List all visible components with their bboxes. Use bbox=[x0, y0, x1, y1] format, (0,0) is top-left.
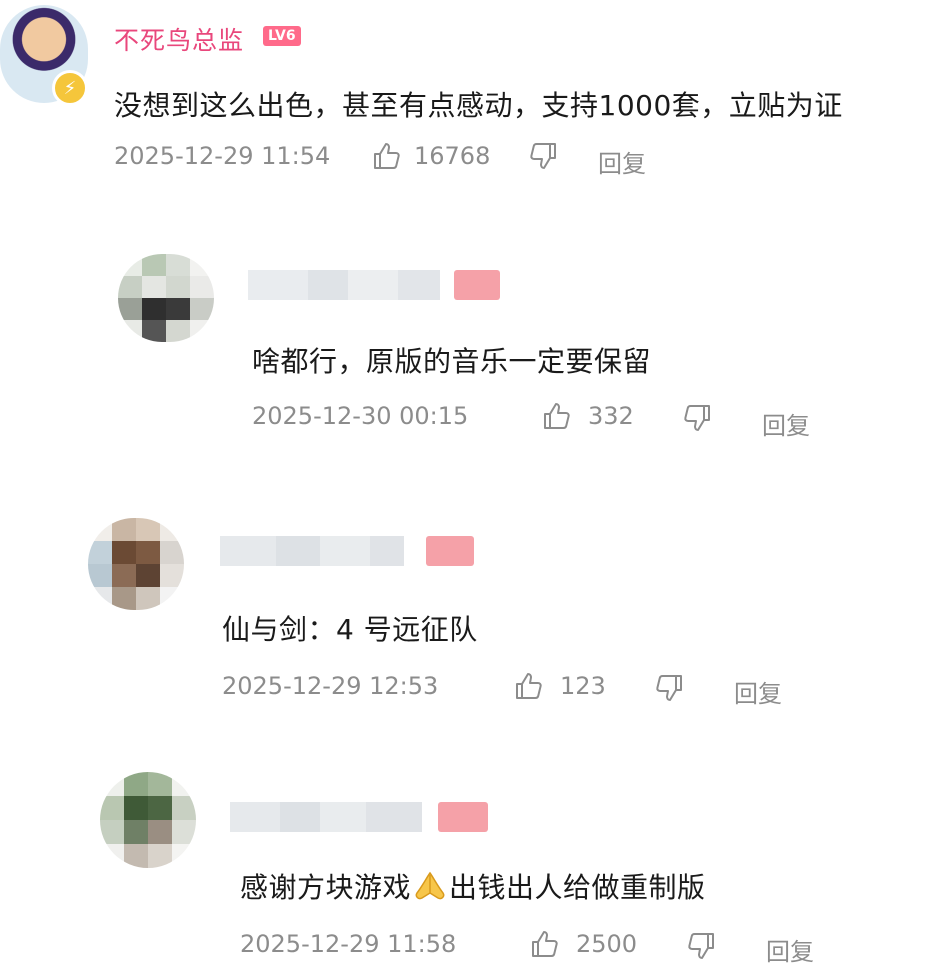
like-count: 332 bbox=[588, 402, 634, 430]
comment-text: 没想到这么出色，甚至有点感动，支持1000套，立贴为证 bbox=[114, 89, 843, 122]
thumbs-down-icon[interactable] bbox=[686, 931, 716, 961]
comment-text: 啥都行，原版的音乐一定要保留 bbox=[252, 345, 652, 378]
thumbs-up-icon[interactable] bbox=[514, 671, 544, 701]
thumbs-down-icon[interactable] bbox=[654, 673, 684, 703]
reply-button[interactable]: 回复 bbox=[734, 674, 782, 709]
username-blurred[interactable] bbox=[220, 536, 474, 566]
reply-button[interactable]: 回复 bbox=[762, 406, 810, 441]
like-count: 123 bbox=[560, 672, 606, 700]
comment-text-part: 感谢方块游戏 bbox=[240, 871, 412, 904]
timestamp: 2025-12-29 12:53 bbox=[222, 672, 439, 700]
thumbs-down-icon[interactable] bbox=[528, 141, 558, 171]
comment-text: 感谢方块游戏 出钱出人给做重制版 bbox=[240, 866, 706, 906]
timestamp: 2025-12-30 00:15 bbox=[252, 402, 469, 430]
comment-text: 仙与剑：4 号远征队 bbox=[222, 613, 478, 646]
username[interactable]: 不死鸟总监 bbox=[114, 21, 244, 57]
thumbs-up-icon[interactable] bbox=[372, 141, 402, 171]
reply-button[interactable]: 回复 bbox=[766, 932, 814, 967]
like-count: 2500 bbox=[576, 930, 638, 958]
avatar[interactable] bbox=[100, 772, 196, 868]
comment-text-part: 出钱出人给做重制版 bbox=[449, 871, 706, 904]
username-blurred[interactable] bbox=[248, 270, 500, 300]
pray-hands-emoji bbox=[411, 869, 449, 903]
thumbs-down-icon[interactable] bbox=[682, 403, 712, 433]
thumbs-up-icon[interactable] bbox=[542, 401, 572, 431]
timestamp: 2025-12-29 11:58 bbox=[240, 930, 457, 958]
lightning-icon: ⚡ bbox=[52, 70, 88, 106]
avatar[interactable] bbox=[118, 254, 214, 342]
timestamp: 2025-12-29 11:54 bbox=[114, 142, 331, 170]
like-count: 16768 bbox=[414, 142, 491, 170]
avatar[interactable] bbox=[88, 518, 184, 610]
reply-button[interactable]: 回复 bbox=[598, 144, 646, 179]
level-badge: LV6 bbox=[263, 26, 301, 46]
username-blurred[interactable] bbox=[230, 802, 488, 832]
thumbs-up-icon[interactable] bbox=[530, 929, 560, 959]
